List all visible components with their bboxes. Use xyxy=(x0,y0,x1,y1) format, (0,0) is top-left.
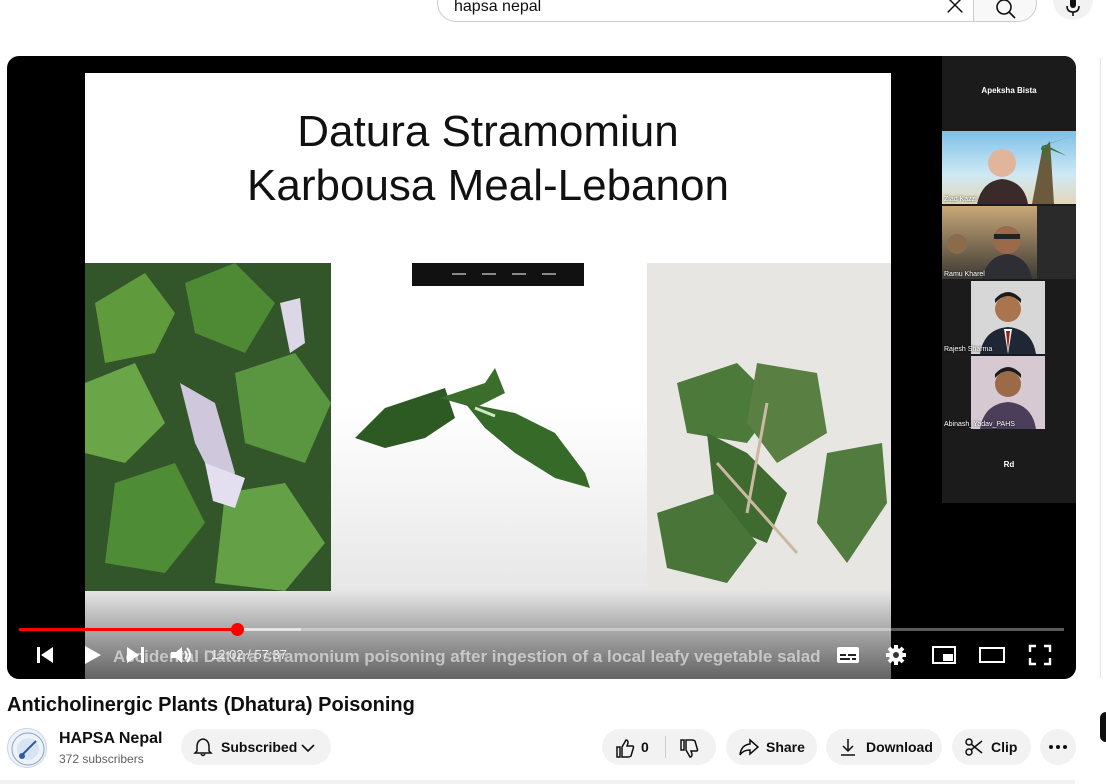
subscribed-button[interactable]: Subscribed xyxy=(181,729,331,765)
download-button[interactable]: Download xyxy=(826,729,942,765)
previous-icon[interactable] xyxy=(31,643,61,667)
clip-button[interactable]: Clip xyxy=(952,729,1031,765)
video-player[interactable]: Datura Stramomiun Karbousa Meal-Lebanon xyxy=(7,56,1076,679)
like-count: 0 xyxy=(641,739,649,755)
clip-label: Clip xyxy=(991,739,1018,755)
share-button[interactable]: Share xyxy=(726,729,817,765)
datura-plant-photo xyxy=(85,263,331,591)
participant-initials: Rd xyxy=(1003,460,1015,469)
slide-title-line-2: Karbousa Meal-Lebanon xyxy=(247,161,729,210)
divider xyxy=(0,780,1075,784)
leafy-vegetable-photo xyxy=(647,263,891,591)
participant-gallery: Apeksha Bista Ziad Kazzi Ramu Kharel Raj… xyxy=(942,56,1076,503)
like-dislike-group: 0 xyxy=(602,729,716,765)
channel-name[interactable]: HAPSA Nepal xyxy=(59,730,162,748)
share-label: Share xyxy=(766,739,805,755)
participant-name: Abinash_Yadav_PAHS xyxy=(944,421,1015,428)
thumbs-up-icon[interactable] xyxy=(614,737,636,759)
subtitles-icon[interactable] xyxy=(833,643,863,667)
more-icon xyxy=(1049,745,1067,749)
played-bar xyxy=(19,628,238,631)
slide-title: Datura Stramomiun Karbousa Meal-Lebanon xyxy=(85,105,891,213)
download-label: Download xyxy=(866,739,933,755)
participant-name: Ramu Kharel xyxy=(944,271,985,278)
search-box[interactable]: hapsa nepal xyxy=(437,0,973,22)
participant-tile: Rajesh Sharma xyxy=(942,281,1076,354)
subscriber-count: 372 subscribers xyxy=(59,752,144,766)
search-input[interactable]: hapsa nepal xyxy=(454,0,541,16)
progress-bar[interactable] xyxy=(19,623,1064,636)
leaf-sprig-image xyxy=(355,368,590,488)
time-display: 12:02 / 57:37 xyxy=(211,647,287,662)
scale-bar xyxy=(412,263,584,286)
volume-icon[interactable] xyxy=(167,643,197,667)
microphone-icon xyxy=(1066,0,1080,16)
theater-mode-icon[interactable] xyxy=(977,643,1007,667)
participant-tile: Ramu Kharel xyxy=(942,206,1076,279)
voice-search-button[interactable] xyxy=(1053,0,1093,20)
avatar[interactable] xyxy=(7,728,47,768)
participant-tile: Ziad Kazzi xyxy=(942,131,1076,204)
search-icon xyxy=(996,0,1016,19)
divider xyxy=(665,736,666,758)
play-icon[interactable] xyxy=(77,643,107,667)
thumbs-down-icon[interactable] xyxy=(678,738,700,760)
miniplayer-icon[interactable] xyxy=(929,643,959,667)
chevron-down-icon xyxy=(301,744,315,753)
close-icon[interactable] xyxy=(944,0,966,16)
sidebar-chip[interactable] xyxy=(1100,712,1106,742)
share-icon xyxy=(739,738,760,756)
fullscreen-icon[interactable] xyxy=(1025,643,1055,667)
sidebar-edge xyxy=(1100,58,1106,678)
slide-title-line-1: Datura Stramomiun xyxy=(297,107,679,156)
participant-name: Ziad Kazzi xyxy=(944,196,977,203)
more-actions-button[interactable] xyxy=(1040,729,1076,765)
download-icon xyxy=(841,739,855,756)
host-name: Apeksha Bista xyxy=(981,86,1037,95)
search-button[interactable] xyxy=(973,0,1037,22)
gear-icon[interactable] xyxy=(881,643,911,667)
scissors-icon xyxy=(965,738,983,756)
next-icon[interactable] xyxy=(121,643,151,667)
bell-icon xyxy=(193,738,213,757)
participant-name: Rajesh Sharma xyxy=(944,346,993,353)
subscribed-label: Subscribed xyxy=(221,739,298,755)
participant-tile: Abinash_Yadav_PAHS xyxy=(942,356,1076,429)
video-title: Anticholinergic Plants (Dhatura) Poisoni… xyxy=(7,694,415,716)
